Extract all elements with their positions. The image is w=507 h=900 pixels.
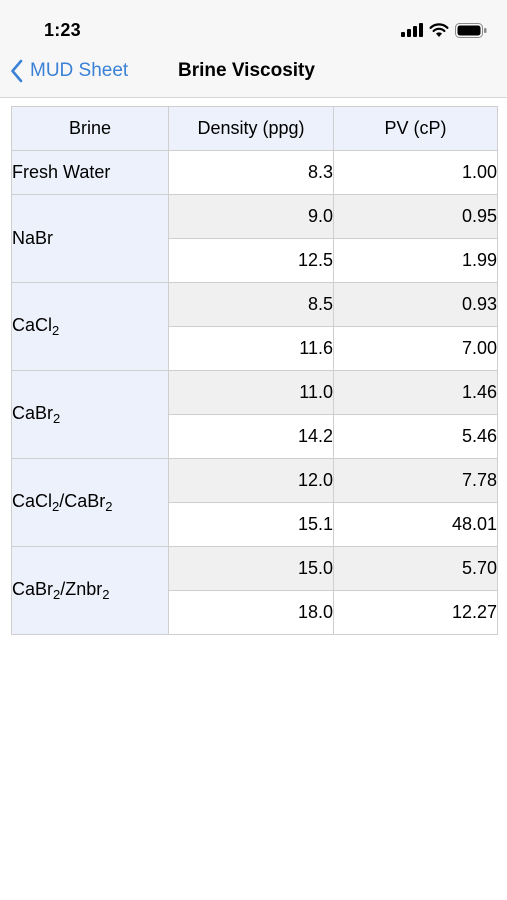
brine-cell: CaCl2/CaBr2 xyxy=(11,458,169,547)
status-icons xyxy=(401,21,487,39)
pv-cell: 12.27 xyxy=(333,590,498,635)
brine-viscosity-table: Brine Density (ppg) PV (cP) Fresh Water … xyxy=(11,106,498,635)
pv-cell: 1.00 xyxy=(333,150,498,195)
navigation-bar: MUD Sheet Brine Viscosity xyxy=(0,52,507,98)
table-row: CaBr2/Znbr2 15.0 5.70 xyxy=(11,546,498,635)
pv-cell: 1.46 xyxy=(333,370,498,415)
density-cell: 18.0 xyxy=(168,590,334,635)
pv-cell: 0.93 xyxy=(333,282,498,327)
header-brine: Brine xyxy=(11,106,169,151)
table-header-row: Brine Density (ppg) PV (cP) xyxy=(11,106,498,151)
brine-name: Fresh Water xyxy=(12,162,111,182)
table-row: CaBr2 11.0 1.46 xyxy=(11,370,498,459)
brine-name: CaCl2 xyxy=(12,315,60,338)
status-time: 1:23 xyxy=(44,20,81,40)
brine-cell: Fresh Water xyxy=(11,150,169,195)
wifi-icon xyxy=(429,22,449,37)
page-title: Brine Viscosity xyxy=(178,60,315,81)
brine-name: NaBr xyxy=(12,228,54,248)
density-cell: 9.0 xyxy=(168,194,334,239)
density-cell: 14.2 xyxy=(168,414,334,459)
density-cell: 12.0 xyxy=(168,458,334,503)
density-cell: 8.3 xyxy=(168,150,334,195)
brine-name: CaBr2/Znbr2 xyxy=(12,579,110,602)
back-button-label: MUD Sheet xyxy=(30,60,129,81)
density-cell: 8.5 xyxy=(168,282,334,327)
table-row: NaBr 9.0 0.95 xyxy=(11,194,498,283)
pv-cell: 0.95 xyxy=(333,194,498,239)
brine-name: CaBr2 xyxy=(12,403,61,426)
chevron-left-icon xyxy=(11,59,23,83)
brine-cell: NaBr xyxy=(11,194,169,283)
brine-cell: CaBr2/Znbr2 xyxy=(11,546,169,635)
back-button[interactable]: MUD Sheet xyxy=(10,56,128,86)
brine-name: CaCl2/CaBr2 xyxy=(12,491,113,514)
pv-cell: 1.99 xyxy=(333,238,498,283)
battery-icon xyxy=(455,22,487,38)
table-row: CaCl2 8.5 0.93 xyxy=(11,282,498,371)
density-cell: 15.0 xyxy=(168,546,334,591)
pv-cell: 7.00 xyxy=(333,326,498,371)
header-density: Density (ppg) xyxy=(168,106,334,151)
density-cell: 11.6 xyxy=(168,326,334,371)
density-cell: 12.5 xyxy=(168,238,334,283)
pv-cell: 5.46 xyxy=(333,414,498,459)
density-cell: 15.1 xyxy=(168,502,334,547)
pv-cell: 48.01 xyxy=(333,502,498,547)
status-bar: 1:23 xyxy=(0,0,507,52)
pv-cell: 5.70 xyxy=(333,546,498,591)
table-row: Fresh Water 8.3 1.00 xyxy=(11,150,498,195)
brine-cell: CaCl2 xyxy=(11,282,169,371)
table-row: CaCl2/CaBr2 12.0 7.78 xyxy=(11,458,498,547)
pv-cell: 7.78 xyxy=(333,458,498,503)
density-cell: 11.0 xyxy=(168,370,334,415)
header-pv: PV (cP) xyxy=(333,106,498,151)
brine-cell: CaBr2 xyxy=(11,370,169,459)
signal-icon xyxy=(401,23,423,37)
